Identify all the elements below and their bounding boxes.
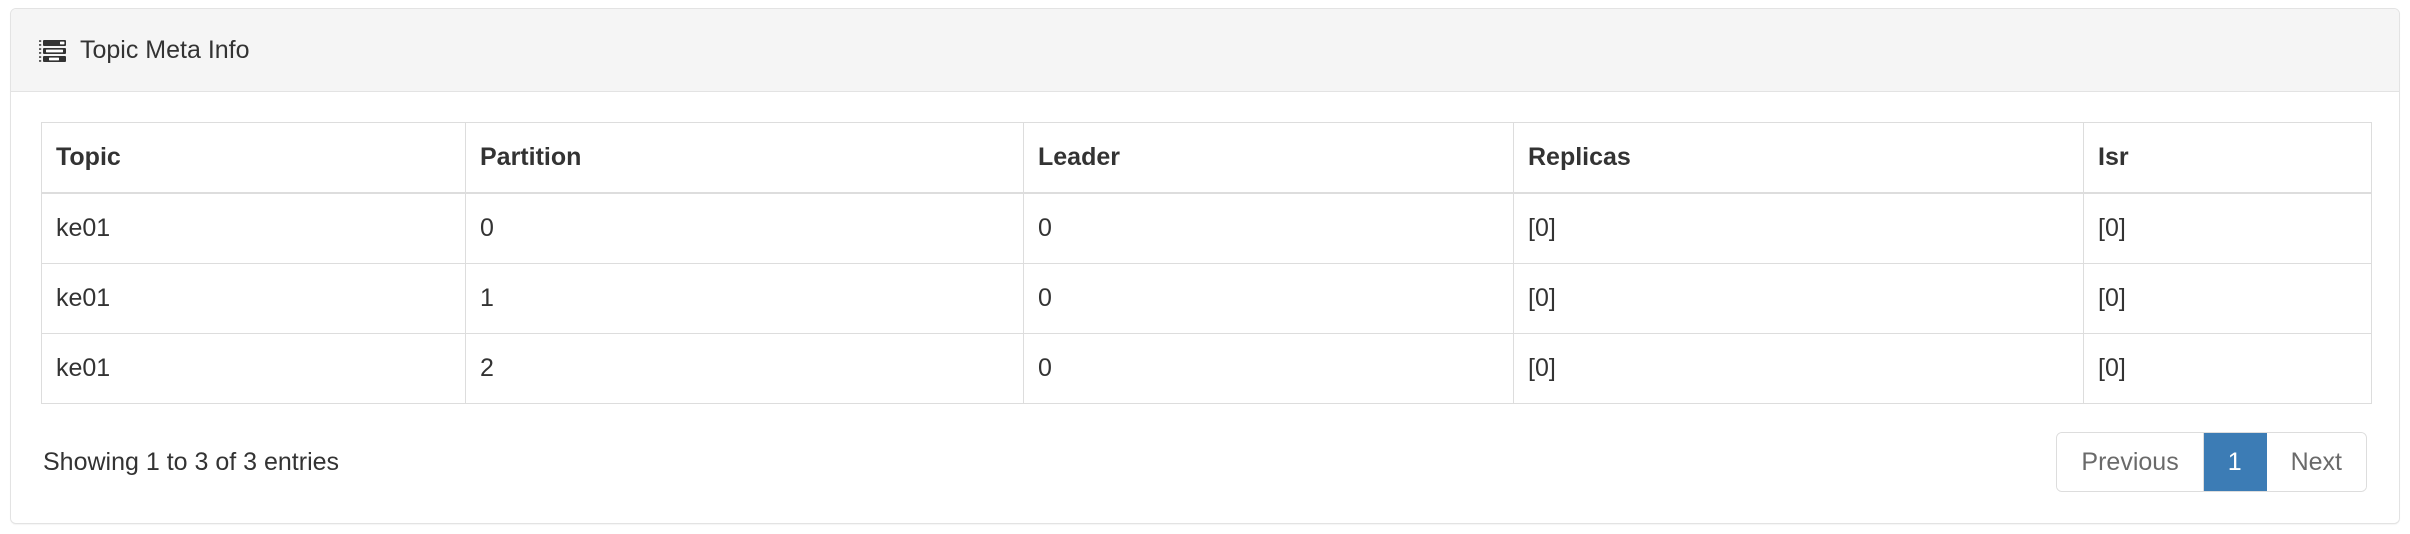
entries-info: Showing 1 to 3 of 3 entries	[43, 447, 340, 476]
cell-isr: [0]	[2083, 192, 2372, 264]
panel-body: Topic Partition Leader Replicas Isr ke01…	[11, 92, 2399, 523]
table-row: ke01 0 0 [0] [0]	[41, 192, 2372, 264]
server-list-icon	[39, 39, 66, 63]
cell-replicas: [0]	[1513, 192, 2084, 264]
pagination: Previous 1 Next	[2056, 432, 2367, 492]
cell-topic: ke01	[41, 263, 466, 334]
cell-topic: ke01	[41, 192, 466, 264]
cell-replicas: [0]	[1513, 263, 2084, 334]
table-row: ke01 1 0 [0] [0]	[41, 263, 2372, 334]
panel-title: Topic Meta Info	[39, 35, 250, 64]
table-wrapper: Topic Partition Leader Replicas Isr ke01…	[41, 122, 2372, 404]
table-row: ke01 2 0 [0] [0]	[41, 333, 2372, 404]
column-header-leader[interactable]: Leader	[1023, 122, 1514, 194]
column-header-topic[interactable]: Topic	[41, 122, 466, 194]
column-header-replicas[interactable]: Replicas	[1513, 122, 2084, 194]
topic-meta-table: Topic Partition Leader Replicas Isr ke01…	[41, 122, 2372, 404]
column-header-isr[interactable]: Isr	[2083, 122, 2372, 194]
table-header-row: Topic Partition Leader Replicas Isr	[41, 122, 2372, 194]
cell-topic: ke01	[41, 333, 466, 404]
cell-replicas: [0]	[1513, 333, 2084, 404]
cell-partition: 1	[465, 263, 1024, 334]
pagination-page-1-button[interactable]: 1	[2203, 433, 2267, 491]
cell-isr: [0]	[2083, 263, 2372, 334]
pagination-next-button[interactable]: Next	[2266, 433, 2366, 491]
table-footer: Showing 1 to 3 of 3 entries Previous 1 N…	[41, 404, 2369, 492]
panel-heading: Topic Meta Info	[11, 9, 2399, 92]
table-body: ke01 0 0 [0] [0] ke01 1 0 [0] [0] ke01 2…	[41, 192, 2372, 404]
cell-leader: 0	[1023, 192, 1514, 264]
cell-leader: 0	[1023, 333, 1514, 404]
cell-partition: 2	[465, 333, 1024, 404]
topic-meta-info-panel: Topic Meta Info Topic Partition Leader R…	[10, 8, 2400, 524]
cell-leader: 0	[1023, 263, 1514, 334]
column-header-partition[interactable]: Partition	[465, 122, 1024, 194]
cell-isr: [0]	[2083, 333, 2372, 404]
panel-title-text: Topic Meta Info	[80, 35, 250, 64]
pagination-previous-button[interactable]: Previous	[2057, 433, 2204, 491]
table-head: Topic Partition Leader Replicas Isr	[41, 122, 2372, 194]
page-root: Topic Meta Info Topic Partition Leader R…	[0, 0, 2410, 534]
cell-partition: 0	[465, 192, 1024, 264]
